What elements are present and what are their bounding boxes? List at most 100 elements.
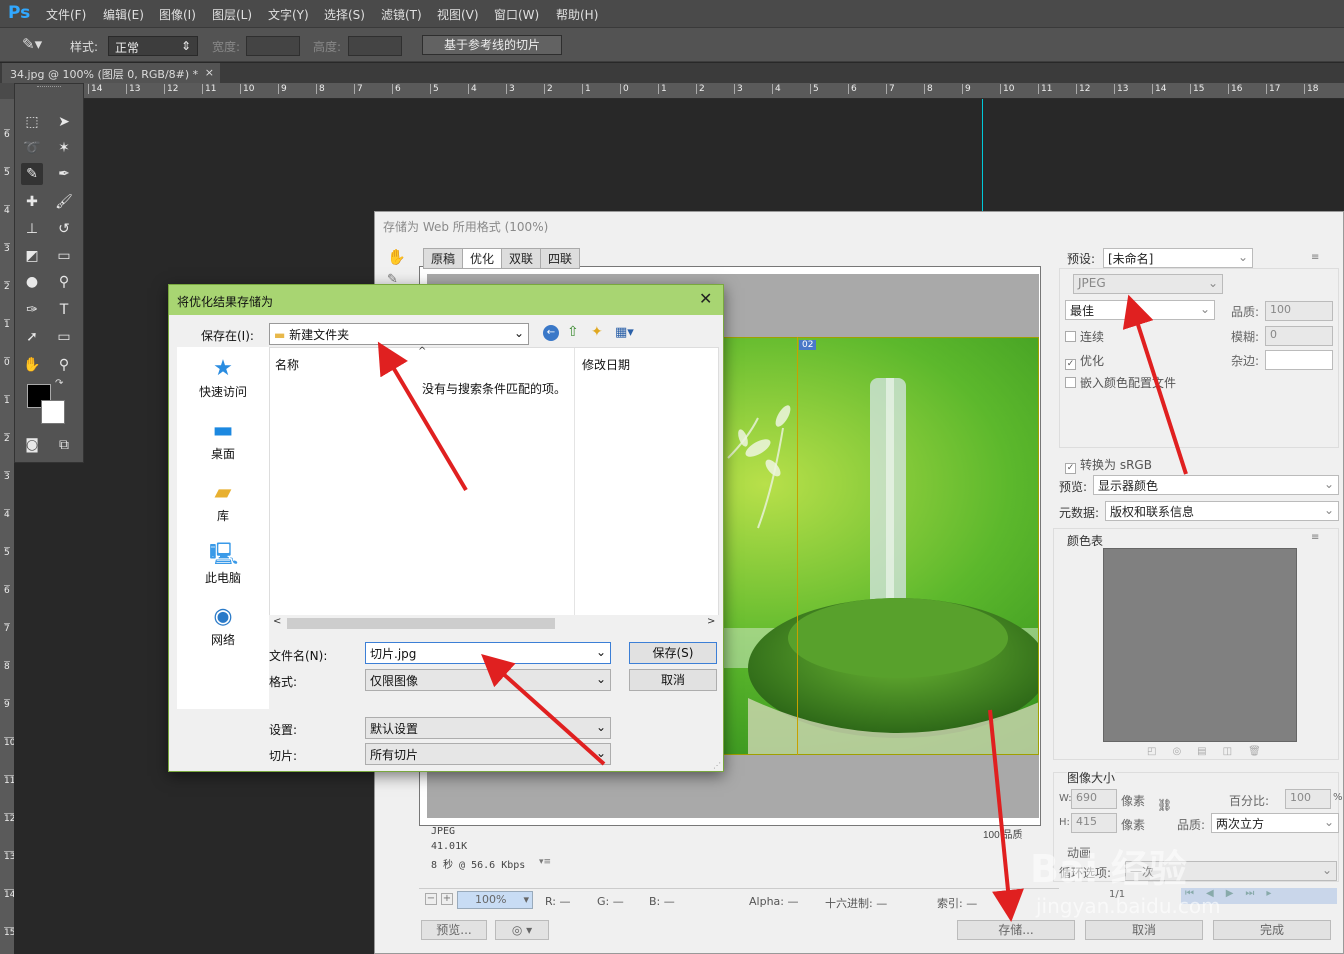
preset-select[interactable]: [未命名] ⌄ — [1103, 248, 1253, 268]
column-name[interactable]: 名称 — [275, 356, 299, 373]
settings-select[interactable]: 默认设置 ⌄ — [365, 717, 611, 739]
dodge-tool-icon[interactable]: ⚲ — [53, 271, 75, 293]
resize-grip[interactable]: ⋰ — [713, 761, 721, 770]
back-icon[interactable]: ← — [543, 325, 559, 341]
path-selection-icon[interactable]: ➚ — [21, 326, 43, 348]
quality-input[interactable]: 100 — [1265, 301, 1333, 321]
scrollbar-thumb[interactable] — [287, 618, 555, 629]
tab-4up[interactable]: 四联 — [540, 248, 581, 269]
close-icon[interactable]: ✕ — [699, 289, 712, 308]
metadata-select[interactable]: 版权和联系信息 ⌄ — [1105, 501, 1339, 521]
convert-srgb-checkbox[interactable]: ✓ 转换为 sRGB — [1065, 456, 1152, 474]
done-button[interactable]: 完成 — [1213, 920, 1331, 940]
menu-type[interactable]: 文字(Y) — [268, 6, 309, 23]
place-this-pc[interactable]: 🖳 此电脑 — [177, 543, 269, 586]
move-tool-icon[interactable]: ➤ — [53, 111, 75, 133]
format-select[interactable]: JPEG ⌄ — [1073, 274, 1223, 294]
close-tab-icon[interactable]: × — [205, 66, 214, 79]
save-in-select[interactable]: ▬ 新建文件夹 ⌄ — [269, 323, 529, 345]
column-date-modified[interactable]: 修改日期 — [582, 356, 630, 373]
slices-select[interactable]: 所有切片 ⌄ — [365, 743, 611, 765]
swap-colors-icon[interactable]: ↷ — [55, 378, 63, 389]
optimized-checkbox[interactable]: ✓ 优化 — [1065, 352, 1104, 370]
up-folder-icon[interactable]: ⇧ — [567, 324, 579, 340]
zoom-tool-icon[interactable]: ⚲ — [53, 354, 75, 376]
scroll-left-icon[interactable]: < — [273, 616, 281, 627]
menu-filter[interactable]: 滤镜(T) — [381, 6, 422, 23]
eyedropper-icon[interactable]: ✒ — [53, 163, 75, 185]
healing-brush-icon[interactable]: ✚ — [21, 191, 43, 213]
background-color-swatch[interactable] — [41, 400, 65, 424]
format-select[interactable]: 仅限图像 ⌄ — [365, 669, 611, 691]
image-width-input[interactable]: 690 — [1071, 789, 1117, 809]
menu-image[interactable]: 图像(I) — [159, 6, 196, 23]
lasso-tool-icon[interactable]: ➰ — [21, 137, 43, 159]
zoom-level-select[interactable]: 100% ▾ — [457, 891, 533, 909]
width-input[interactable] — [246, 36, 300, 56]
link-icon[interactable]: ⛓ — [1157, 798, 1172, 812]
column-divider[interactable] — [574, 348, 575, 618]
cancel-button[interactable]: 取消 — [1085, 920, 1203, 940]
preview-select[interactable]: 显示器颜色 ⌄ — [1093, 475, 1339, 495]
menu-layer[interactable]: 图层(L) — [212, 6, 252, 23]
hand-tool-icon[interactable]: ✋ — [21, 354, 43, 376]
eraser-icon[interactable]: ◩ — [21, 245, 43, 267]
panel-menu-icon[interactable]: ≡ — [1311, 252, 1319, 263]
rectangle-tool-icon[interactable]: ▭ — [53, 326, 75, 348]
horizontal-scrollbar[interactable]: < > — [269, 615, 719, 631]
info-menu-icon[interactable]: ▾≡ — [539, 857, 551, 867]
menu-view[interactable]: 视图(V) — [437, 6, 479, 23]
new-folder-icon[interactable]: ✦ — [591, 324, 603, 340]
percent-input[interactable]: 100 — [1285, 789, 1331, 809]
menu-help[interactable]: 帮助(H) — [556, 6, 598, 23]
filename-input[interactable]: 切片.jpg ⌄ — [365, 642, 611, 664]
progressive-checkbox[interactable]: 连续 — [1065, 328, 1104, 345]
magic-wand-icon[interactable]: ✶ — [53, 137, 75, 159]
blur-input[interactable]: 0 — [1265, 326, 1333, 346]
tab-optimized[interactable]: 优化 — [462, 248, 503, 269]
color-table-menu-icon[interactable]: ≡ — [1311, 532, 1319, 543]
view-menu-icon[interactable]: ▦▾ — [615, 325, 634, 340]
history-brush-icon[interactable]: ↺ — [53, 218, 75, 240]
toolbox-grip[interactable] — [37, 86, 61, 89]
image-height-input[interactable]: 415 — [1071, 813, 1117, 833]
document-tab[interactable]: 34.jpg @ 100% (图层 0, RGB/8#) * × — [2, 63, 220, 83]
scroll-right-icon[interactable]: > — [707, 616, 715, 627]
tab-2up[interactable]: 双联 — [501, 248, 542, 269]
type-tool-icon[interactable]: T — [53, 299, 75, 321]
hand-tool-icon[interactable]: ✋ — [387, 248, 406, 266]
screen-mode-icon[interactable]: ⧉ — [53, 434, 75, 456]
place-network[interactable]: ◉ 网络 — [177, 605, 269, 648]
save-button[interactable]: 存储... — [957, 920, 1075, 940]
menu-select[interactable]: 选择(S) — [324, 6, 365, 23]
slices-from-guides-button[interactable]: 基于参考线的切片 — [422, 35, 562, 55]
color-table-tools[interactable]: ◰◎▤◫🗑 — [1147, 746, 1277, 757]
style-select[interactable]: 正常 ⇕ — [108, 36, 198, 56]
matte-select[interactable] — [1265, 350, 1333, 370]
height-input[interactable] — [348, 36, 402, 56]
gradient-icon[interactable]: ▭ — [53, 245, 75, 267]
file-list[interactable]: 名称 ^ 修改日期 没有与搜索条件匹配的项。 — [269, 346, 719, 623]
preview-button[interactable]: 预览... — [421, 920, 487, 940]
save-button[interactable]: 保存(S) — [629, 642, 717, 664]
embed-profile-checkbox[interactable]: 嵌入颜色配置文件 — [1065, 374, 1176, 391]
marquee-tool-icon[interactable]: ⬚ — [21, 111, 43, 133]
resample-select[interactable]: 两次立方 ⌄ — [1211, 813, 1339, 833]
menu-edit[interactable]: 编辑(E) — [103, 6, 144, 23]
cancel-button[interactable]: 取消 — [629, 669, 717, 691]
blur-tool-icon[interactable]: ● — [21, 271, 43, 293]
place-libraries[interactable]: ▰ 库 — [177, 481, 269, 524]
clone-stamp-icon[interactable]: ⊥ — [21, 218, 43, 240]
quick-mask-icon[interactable]: ◙ — [21, 434, 43, 456]
place-desktop[interactable]: ▬ 桌面 — [177, 419, 269, 462]
browser-select[interactable]: ◎ ▾ — [495, 920, 549, 940]
menu-file[interactable]: 文件(F) — [46, 6, 86, 23]
slice-tool-active-icon[interactable]: ✎ — [21, 163, 43, 185]
place-quick-access[interactable]: ★ 快速访问 — [177, 357, 269, 400]
brush-icon[interactable]: 🖌 — [53, 191, 75, 213]
slice-number-badge[interactable]: 02 — [799, 340, 817, 350]
zoom-in-button[interactable]: + — [441, 893, 453, 905]
slice-tool-icon[interactable]: ✎▾ — [22, 35, 42, 53]
menu-window[interactable]: 窗口(W) — [494, 6, 539, 23]
tab-original[interactable]: 原稿 — [423, 248, 464, 269]
